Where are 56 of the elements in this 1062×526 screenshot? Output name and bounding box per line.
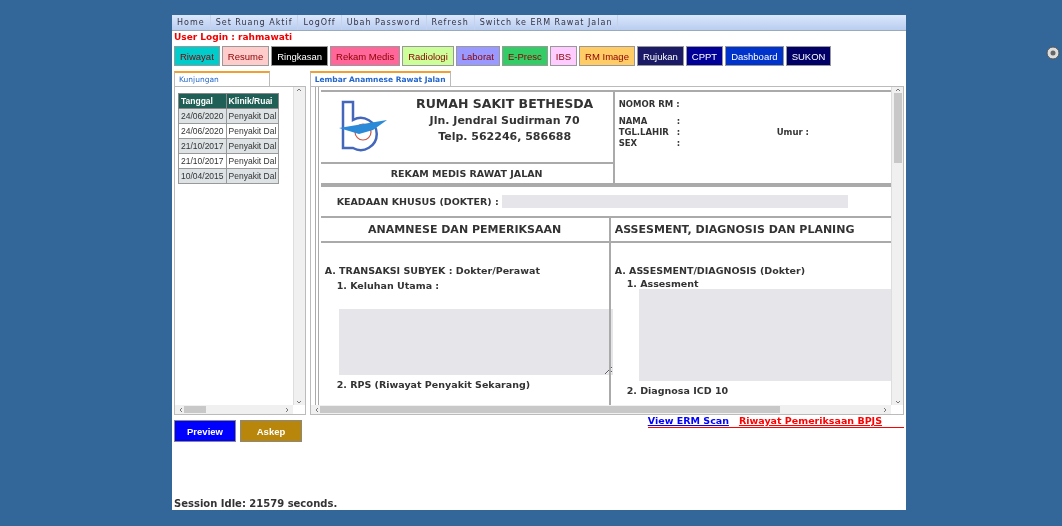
- action-button[interactable]: Preview: [174, 420, 236, 442]
- menu-item[interactable]: Ubah Password: [341, 15, 427, 30]
- hospital-phone: Telp. 562246, 586688: [438, 130, 572, 143]
- assessment-field[interactable]: [638, 289, 891, 381]
- field-separator: :: [676, 116, 682, 126]
- module-tab[interactable]: SUKON: [785, 46, 832, 66]
- session-status: Session Idle: 21579 seconds.: [173, 498, 339, 510]
- menu-item[interactable]: LogOff: [298, 15, 342, 30]
- subsection-heading: A. ASSESMENT/DIAGNOSIS (Dokter): [614, 265, 807, 276]
- column-header: Tanggal: [178, 93, 227, 109]
- complaint-field[interactable]: [338, 309, 613, 375]
- link[interactable]: View ERM Scan: [647, 415, 729, 427]
- column-header: Klinik/Ruai: [226, 93, 279, 109]
- form-title: REKAM MEDIS RAWAT JALAN: [389, 167, 544, 181]
- field-label: 1. Keluhan Utama :: [335, 280, 441, 291]
- menu-item[interactable]: Switch ke ERM Rawat Jalan: [474, 15, 619, 30]
- field-label: 2. Diagnosa ICD 10: [625, 385, 730, 396]
- module-tab[interactable]: Laborat: [455, 46, 500, 66]
- vertical-scrollbar[interactable]: [891, 87, 903, 405]
- scroll-thumb[interactable]: [893, 93, 902, 163]
- link[interactable]: Riwayat Pemeriksaan BPJS: [738, 415, 882, 427]
- hospital-name: RUMAH SAKIT BETHESDA: [416, 96, 594, 111]
- section-heading: ANAMNESE DAN PEMERIKSAAN: [320, 218, 609, 243]
- module-tab[interactable]: Dashboard: [725, 46, 784, 66]
- field-label: TGL.LAHIR: [618, 127, 670, 137]
- scroll-thumb[interactable]: [319, 406, 780, 413]
- field-label: 1. Assesment: [625, 278, 700, 289]
- module-tab[interactable]: CPPT: [685, 46, 724, 66]
- horizontal-scrollbar[interactable]: [175, 405, 293, 414]
- field-label: Umur :: [776, 127, 809, 137]
- menu-item[interactable]: Refresh: [426, 15, 475, 30]
- module-tab[interactable]: IBS: [549, 46, 578, 66]
- module-tab[interactable]: RM Image: [579, 46, 635, 66]
- field-label: SEX: [618, 138, 639, 148]
- module-tab[interactable]: Ringkasan: [271, 46, 329, 66]
- user-login-text: User Login : rahmawati: [173, 31, 294, 44]
- menu-item[interactable]: Home: [172, 15, 211, 30]
- hospital-address: Jln. Jendral Sudirman 70: [429, 114, 580, 127]
- module-tab[interactable]: Rekam Medis: [330, 46, 401, 66]
- module-tab[interactable]: Resume: [221, 46, 270, 66]
- field-separator: :: [676, 138, 682, 148]
- special-condition-label: KEADAAN KHUSUS (DOKTER) :: [336, 196, 499, 207]
- module-tab[interactable]: E-Presc: [502, 46, 548, 66]
- subsection-heading: A. TRANSAKSI SUBYEK : Dokter/Perawat: [324, 265, 541, 276]
- field-label: NAMA: [618, 116, 649, 126]
- module-tab[interactable]: Radiologi: [402, 46, 454, 66]
- module-tab[interactable]: Rujukan: [636, 46, 684, 66]
- menu-item[interactable]: Set Ruang Aktif: [210, 15, 299, 30]
- module-tab[interactable]: Riwayat: [174, 46, 220, 66]
- field-label: NOMOR RM :: [618, 99, 681, 109]
- vertical-scrollbar[interactable]: [292, 87, 305, 405]
- field-label: 2. RPS (Riwayat Penyakit Sekarang): [335, 379, 532, 390]
- scroll-thumb[interactable]: [184, 406, 206, 413]
- horizontal-scrollbar[interactable]: [310, 405, 891, 414]
- input-field[interactable]: [501, 195, 848, 208]
- field-separator: :: [676, 127, 682, 137]
